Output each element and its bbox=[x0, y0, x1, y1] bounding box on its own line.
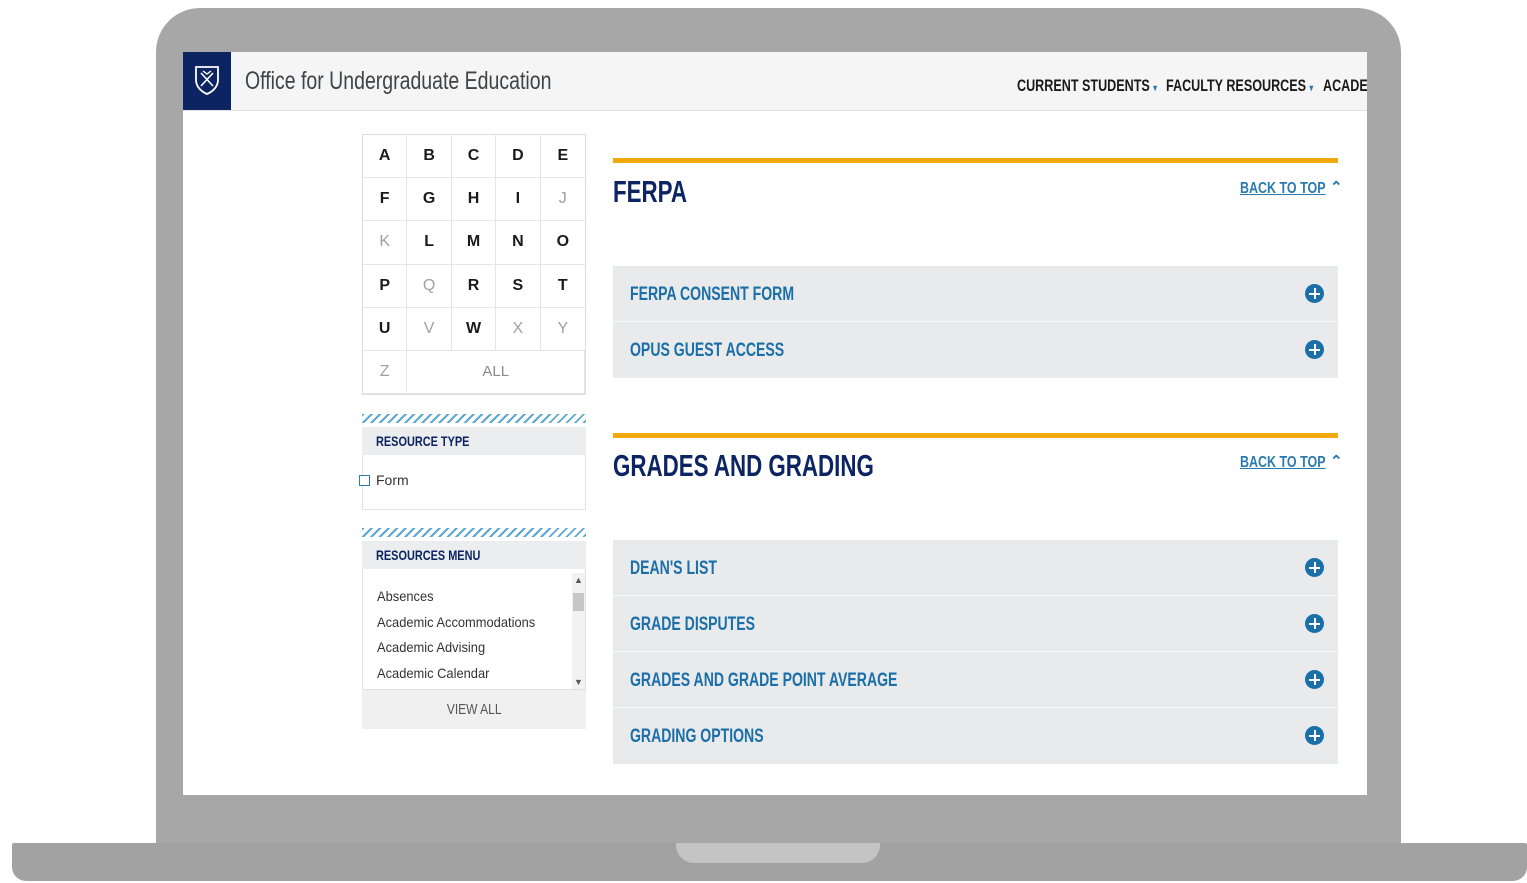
grades-accordion: DEAN'S LIST GRADE DISPUTES GRADES AND GR… bbox=[613, 540, 1338, 764]
plus-circle-icon[interactable] bbox=[1305, 284, 1324, 303]
back-to-top-link[interactable]: BACK TO TOP ⌃ bbox=[1240, 179, 1350, 198]
alphabet-letter-p[interactable]: P bbox=[363, 264, 408, 308]
plus-circle-icon[interactable] bbox=[1305, 340, 1324, 359]
section-divider bbox=[613, 433, 1338, 438]
form-checkbox-label: Form bbox=[376, 472, 409, 488]
form-checkbox[interactable] bbox=[359, 474, 370, 486]
alphabet-letter-o[interactable]: O bbox=[540, 221, 585, 265]
plus-circle-icon[interactable] bbox=[1305, 726, 1324, 745]
alphabet-letter-z: Z bbox=[363, 350, 408, 394]
accordion-item[interactable]: DEAN'S LIST bbox=[613, 540, 1338, 596]
alphabet-letter-y: Y bbox=[540, 308, 585, 351]
plus-circle-icon[interactable] bbox=[1305, 614, 1324, 633]
accordion-item-label: GRADING OPTIONS bbox=[630, 726, 764, 747]
ferpa-accordion: FERPA CONSENT FORM OPUS GUEST ACCESS bbox=[613, 266, 1338, 378]
alphabet-letter-n[interactable]: N bbox=[496, 221, 541, 265]
accordion-item-label: OPUS GUEST ACCESS bbox=[630, 340, 785, 361]
list-item[interactable]: Academic Accommodations bbox=[377, 610, 543, 636]
main-nav: CURRENT STUDENTS ▾ FACULTY RESOURCES ▾ A… bbox=[1017, 76, 1367, 96]
nav-faculty-resources-label: FACULTY RESOURCES bbox=[1166, 76, 1307, 95]
chevron-down-icon[interactable]: ▼ bbox=[573, 677, 584, 687]
alphabet-all-button[interactable]: ALL bbox=[407, 350, 585, 394]
accordion-item[interactable]: FERPA CONSENT FORM bbox=[613, 266, 1338, 322]
university-shield-logo[interactable] bbox=[183, 52, 231, 110]
resource-type-heading-text: RESOURCE TYPE bbox=[376, 433, 470, 449]
chevron-up-icon[interactable]: ▲ bbox=[573, 575, 584, 585]
accordion-item[interactable]: OPUS GUEST ACCESS bbox=[613, 322, 1338, 378]
alphabet-letter-d[interactable]: D bbox=[496, 135, 541, 179]
nav-faculty-resources[interactable]: FACULTY RESOURCES ▾ bbox=[1166, 76, 1313, 96]
view-all-button[interactable]: VIEW ALL bbox=[362, 689, 586, 729]
alphabet-letter-m[interactable]: M bbox=[451, 221, 497, 265]
alphabet-letter-s[interactable]: S bbox=[496, 264, 541, 308]
nav-academics[interactable]: ACADE bbox=[1323, 76, 1367, 96]
section-divider bbox=[613, 158, 1338, 163]
list-item[interactable]: Academic Calendar bbox=[377, 661, 543, 687]
alphabet-letter-t[interactable]: T bbox=[540, 265, 585, 308]
alphabet-filter-grid: A B C D E F G H I J K L M N O P Q R S T U V W X Y Z ALL bbox=[362, 134, 586, 395]
plus-circle-icon[interactable] bbox=[1305, 670, 1324, 689]
alphabet-letter-f[interactable]: F bbox=[363, 178, 408, 222]
alphabet-letter-r[interactable]: R bbox=[451, 264, 497, 308]
nav-current-students-label: CURRENT STUDENTS bbox=[1017, 76, 1150, 95]
alphabet-letter-h[interactable]: H bbox=[451, 178, 497, 222]
resources-menu-scrollbar[interactable]: ▲ ▼ bbox=[572, 573, 585, 689]
decorative-stripes bbox=[362, 528, 586, 537]
back-to-top-label: BACK TO TOP bbox=[1240, 180, 1326, 197]
alphabet-letter-w[interactable]: W bbox=[451, 307, 497, 351]
section-title-ferpa: FERPA bbox=[613, 174, 687, 209]
resource-type-form-option[interactable]: Form bbox=[359, 472, 409, 488]
accordion-item-label: GRADES AND GRADE POINT AVERAGE bbox=[630, 670, 898, 691]
laptop-notch bbox=[676, 843, 880, 863]
accordion-item[interactable]: GRADING OPTIONS bbox=[613, 708, 1338, 764]
accordion-item-label: DEAN'S LIST bbox=[630, 558, 717, 579]
site-title[interactable]: Office for Undergraduate Education bbox=[245, 67, 551, 96]
section-title-grades: GRADES AND GRADING bbox=[613, 448, 874, 483]
alphabet-letter-q: Q bbox=[407, 264, 452, 308]
double-chevron-up-icon: ⌃ bbox=[1330, 179, 1343, 196]
list-item[interactable]: Absences bbox=[377, 584, 543, 610]
accordion-item[interactable]: GRADES AND GRADE POINT AVERAGE bbox=[613, 652, 1338, 708]
nav-academics-label: ACADE bbox=[1323, 76, 1367, 95]
decorative-stripes bbox=[362, 414, 586, 423]
back-to-top-link[interactable]: BACK TO TOP ⌃ bbox=[1240, 453, 1350, 472]
resource-type-heading: RESOURCE TYPE bbox=[362, 427, 586, 455]
accordion-item-label: FERPA CONSENT FORM bbox=[630, 284, 795, 305]
alphabet-letter-a[interactable]: A bbox=[363, 135, 408, 179]
alphabet-letter-l[interactable]: L bbox=[407, 221, 452, 265]
alphabet-letter-g[interactable]: G bbox=[407, 178, 452, 222]
double-chevron-up-icon: ⌃ bbox=[1330, 453, 1343, 470]
nav-current-students[interactable]: CURRENT STUDENTS ▾ bbox=[1017, 76, 1157, 96]
chevron-down-icon: ▾ bbox=[1309, 83, 1314, 94]
scrollbar-thumb[interactable] bbox=[573, 593, 584, 611]
resources-menu-heading: RESOURCES MENU bbox=[362, 541, 586, 569]
accordion-item[interactable]: GRADE DISPUTES bbox=[613, 596, 1338, 652]
alphabet-letter-j: J bbox=[540, 178, 585, 222]
list-item[interactable]: Academic Advising bbox=[377, 635, 543, 661]
alphabet-letter-b[interactable]: B bbox=[407, 135, 452, 179]
resources-menu-heading-text: RESOURCES MENU bbox=[376, 547, 481, 563]
alphabet-letter-e[interactable]: E bbox=[540, 135, 585, 179]
shield-icon bbox=[195, 66, 219, 95]
resources-menu-list: Absences Academic Accommodations Academi… bbox=[377, 584, 557, 686]
browser-screen: Office for Undergraduate Education CURRE… bbox=[183, 52, 1367, 795]
view-all-label: VIEW ALL bbox=[446, 701, 502, 718]
plus-circle-icon[interactable] bbox=[1305, 558, 1324, 577]
alphabet-letter-x: X bbox=[496, 307, 541, 351]
back-to-top-label: BACK TO TOP bbox=[1240, 454, 1326, 471]
alphabet-letter-i[interactable]: I bbox=[496, 178, 541, 222]
alphabet-letter-k: K bbox=[363, 221, 408, 265]
chevron-down-icon: ▾ bbox=[1153, 83, 1158, 94]
alphabet-letter-u[interactable]: U bbox=[363, 307, 408, 351]
accordion-item-label: GRADE DISPUTES bbox=[630, 614, 756, 635]
site-header: Office for Undergraduate Education CURRE… bbox=[183, 52, 1367, 111]
alphabet-letter-c[interactable]: C bbox=[451, 135, 497, 179]
alphabet-letter-v: V bbox=[407, 307, 452, 351]
